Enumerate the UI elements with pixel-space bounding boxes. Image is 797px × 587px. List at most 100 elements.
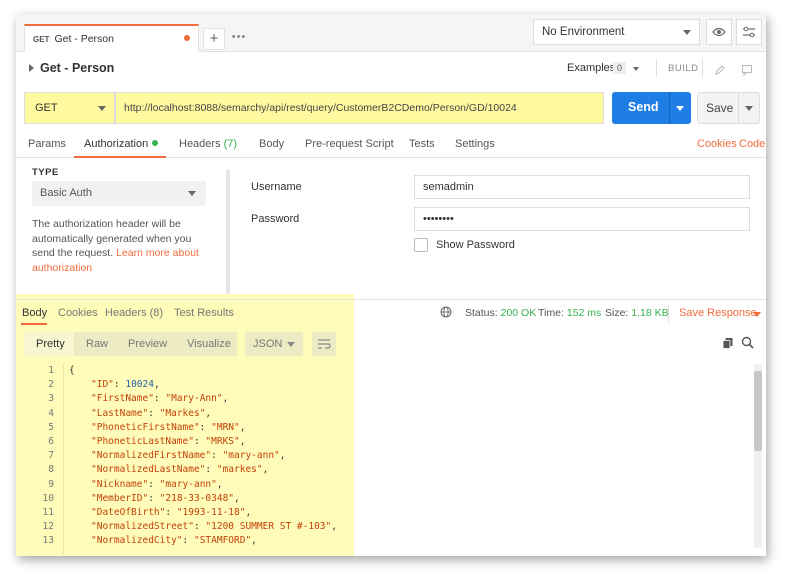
json-colon: : xyxy=(182,535,194,547)
tab-settings[interactable]: Settings xyxy=(455,138,495,150)
tab-pre-request-script[interactable]: Pre-request Script xyxy=(305,138,394,150)
edit-button[interactable] xyxy=(707,57,733,83)
json-colon: : xyxy=(165,506,177,518)
username-input[interactable]: semadmin xyxy=(414,175,750,199)
examples-label[interactable]: Examples xyxy=(567,62,615,74)
new-tab-button[interactable]: + xyxy=(203,28,225,50)
tab-authorization[interactable]: Authorization xyxy=(84,138,159,150)
response-headers-count: (8) xyxy=(149,307,164,319)
panel-resize-handle[interactable] xyxy=(226,169,230,294)
divider xyxy=(738,93,739,123)
tab-bar: GET Get - Person + ••• No Environment xyxy=(16,14,766,52)
line-number: 11 xyxy=(42,506,54,518)
comments-button[interactable] xyxy=(734,57,760,83)
code-link[interactable]: Code xyxy=(739,138,765,150)
tab-tests[interactable]: Tests xyxy=(409,138,435,150)
response-tab-test-results[interactable]: Test Results xyxy=(174,307,234,319)
auth-type-panel: TYPE Basic Auth The authorization header… xyxy=(16,159,221,299)
code-text: "PhoneticLastName": "MRKS", xyxy=(91,435,245,449)
json-value: "1200 SUMMER ST #-103" xyxy=(205,521,332,533)
json-value: "markes" xyxy=(216,464,263,476)
response-tab-cookies[interactable]: Cookies xyxy=(58,307,98,319)
scrollbar-thumb[interactable] xyxy=(754,371,762,451)
method-select[interactable]: GET xyxy=(24,92,115,124)
size-readout: Size: 1.18 KB xyxy=(605,307,669,319)
line-number: 13 xyxy=(42,535,54,547)
json-comma: , xyxy=(153,379,160,391)
line-number: 2 xyxy=(48,379,54,391)
code-line: 10 "MemberID": "218-33-0348", xyxy=(16,492,354,506)
unsaved-indicator xyxy=(184,35,190,41)
environment-value: No Environment xyxy=(542,26,625,38)
environment-quick-look-button[interactable] xyxy=(706,19,732,45)
chevron-down-icon[interactable] xyxy=(633,67,639,71)
code-text: "PhoneticFirstName": "MRN", xyxy=(91,421,245,435)
code-line: 7 "NormalizedFirstName": "mary-ann", xyxy=(16,449,354,463)
code-line: 8 "NormalizedLastName": "markes", xyxy=(16,463,354,477)
save-response-button[interactable]: Save Response xyxy=(679,307,757,319)
search-icon[interactable] xyxy=(741,336,754,349)
response-tab-body[interactable]: Body xyxy=(22,307,47,319)
json-colon: : xyxy=(199,421,212,433)
method-value: GET xyxy=(35,102,58,114)
request-name[interactable]: Get - Person xyxy=(40,61,114,75)
json-colon: : xyxy=(193,435,206,447)
send-label: Send xyxy=(628,100,659,114)
url-input[interactable]: http://localhost:8088/semarchy/api/rest/… xyxy=(115,92,604,124)
tab-params[interactable]: Params xyxy=(28,138,66,150)
chevron-down-icon[interactable] xyxy=(676,106,684,111)
response-tab-headers[interactable]: Headers (8) xyxy=(105,307,163,319)
sliders-icon xyxy=(743,26,755,38)
code-text: "FirstName": "Mary-Ann", xyxy=(91,392,228,406)
examples-count: 0 xyxy=(613,62,627,74)
save-button[interactable]: Save xyxy=(697,92,760,124)
json-value: "218-33-0348" xyxy=(159,492,235,504)
view-visualize[interactable]: Visualize xyxy=(187,338,231,350)
tab-headers[interactable]: Headers (7) xyxy=(179,138,237,150)
code-text: "LastName": "Markes", xyxy=(91,407,211,421)
show-password-label[interactable]: Show Password xyxy=(436,239,515,251)
json-key: "NormalizedCity" xyxy=(91,535,183,547)
expand-arrow-icon[interactable] xyxy=(29,64,34,72)
wrap-lines-button[interactable] xyxy=(312,332,336,356)
show-password-checkbox[interactable] xyxy=(414,238,428,252)
response-body-editor[interactable]: 1{2 "ID": 10024, 3 "FirstName": "Mary-Ann",… xyxy=(16,364,354,554)
json-colon: : xyxy=(153,393,166,405)
chevron-down-icon xyxy=(683,30,691,35)
chevron-down-icon[interactable] xyxy=(745,106,753,111)
json-value: "Mary-Ann" xyxy=(165,393,223,405)
status-readout: Status: 200 OK xyxy=(465,307,536,319)
request-tab[interactable]: GET Get - Person xyxy=(24,24,199,52)
environment-select[interactable]: No Environment xyxy=(533,19,700,45)
code-line: 3 "FirstName": "Mary-Ann", xyxy=(16,392,354,406)
chevron-down-icon[interactable] xyxy=(753,312,761,317)
view-pretty[interactable]: Pretty xyxy=(36,338,65,350)
code-line: 2 "ID": 10024, xyxy=(16,378,354,392)
json-comma: , xyxy=(251,535,257,547)
code-line: 4 "LastName": "Markes", xyxy=(16,407,354,421)
view-preview[interactable]: Preview xyxy=(128,338,167,350)
cookies-link[interactable]: Cookies xyxy=(697,138,737,150)
manage-environments-button[interactable] xyxy=(736,19,762,45)
password-input[interactable]: •••••••• xyxy=(414,207,750,231)
divider xyxy=(669,92,670,124)
format-select[interactable]: JSON xyxy=(245,332,303,356)
build-label[interactable]: BUILD xyxy=(668,63,698,74)
json-value: "STAMFORD" xyxy=(193,535,252,547)
line-number: 12 xyxy=(42,521,54,533)
json-value: "mary-ann" xyxy=(222,450,280,462)
send-button[interactable]: Send xyxy=(612,92,691,124)
auth-type-select[interactable]: Basic Auth xyxy=(32,181,206,206)
more-tabs-button[interactable]: ••• xyxy=(228,28,250,50)
line-number: 3 xyxy=(48,393,54,405)
code-text: "NormalizedLastName": "markes", xyxy=(91,463,268,477)
copy-icon[interactable] xyxy=(722,337,734,349)
chevron-down-icon xyxy=(287,342,295,347)
globe-icon[interactable] xyxy=(440,306,452,318)
tab-body[interactable]: Body xyxy=(259,138,284,150)
json-key: "NormalizedFirstName" xyxy=(91,450,212,462)
headers-count: (7) xyxy=(223,138,238,150)
json-comma: , xyxy=(245,506,252,518)
line-number: 9 xyxy=(48,478,54,490)
view-raw[interactable]: Raw xyxy=(86,338,108,350)
